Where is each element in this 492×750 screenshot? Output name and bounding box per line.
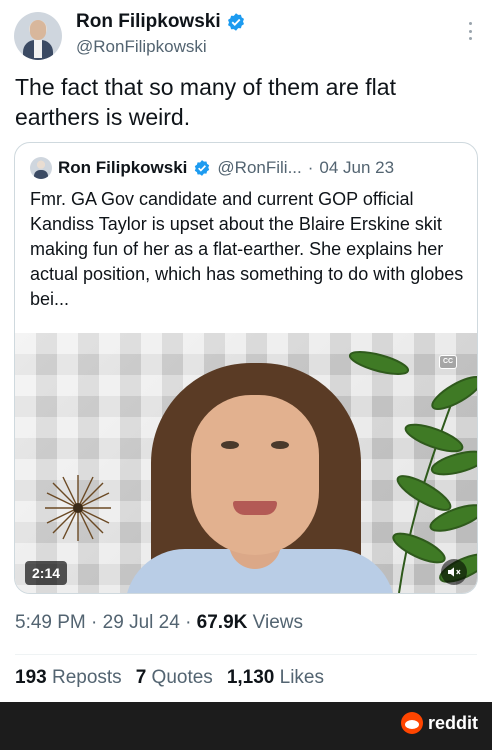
muted-speaker-icon[interactable] (441, 559, 467, 585)
quoted-author-handle: @RonFili... (217, 158, 302, 177)
sunburst-decoration (45, 475, 111, 541)
quotes-stat[interactable]: 7 Quotes (136, 666, 213, 690)
reddit-logo-icon (400, 712, 423, 734)
person-eye-left (221, 441, 239, 449)
quotes-count: 7 (135, 667, 147, 688)
more-options-icon[interactable] (468, 22, 472, 40)
tweet-date[interactable]: 29 Jul 24 (103, 612, 180, 633)
quoted-tweet-date: 04 Jun 23 (319, 158, 395, 177)
divider (15, 654, 477, 655)
author-name-row[interactable]: Ron Filipkowski (76, 10, 246, 34)
tweet-meta: 5:49 PM · 29 Jul 24 · 67.9K Views (15, 611, 303, 635)
views-label: Views (252, 612, 303, 633)
tweet-time[interactable]: 5:49 PM (15, 612, 86, 633)
likes-label: Likes (279, 667, 324, 688)
author-name[interactable]: Ron Filipkowski (76, 10, 221, 34)
reddit-brand: reddit (427, 712, 478, 733)
separator-dot: · (185, 612, 197, 633)
quoted-tweet-header: Ron Filipkowski @RonFili... · 04 Jun 23 (30, 157, 394, 179)
quoted-tweet[interactable]: Ron Filipkowski @RonFili... · 04 Jun 23 … (14, 142, 478, 594)
verified-badge-icon (195, 160, 210, 176)
verified-badge-icon (227, 13, 244, 31)
author-handle[interactable]: @RonFilipkowski (76, 37, 207, 57)
quoted-tweet-text: Fmr. GA Gov candidate and current GOP of… (30, 189, 464, 309)
video-player[interactable]: CC 2:14 (15, 333, 477, 593)
likes-stat[interactable]: 1,130 Likes (227, 666, 324, 690)
quoted-author-avatar (30, 157, 52, 179)
separator-dot: · (91, 612, 103, 633)
reddit-watermark: reddit (400, 712, 478, 734)
reposts-label: Reposts (51, 667, 122, 688)
tweet-text: The fact that so many of them are flat e… (15, 74, 396, 130)
tweet-header: Ron Filipkowski @RonFilipkowski (0, 0, 492, 70)
author-avatar[interactable] (14, 12, 62, 60)
person-mouth (233, 501, 277, 515)
quotes-label: Quotes (151, 667, 213, 688)
person-face (191, 395, 319, 555)
video-duration: 2:14 (25, 561, 68, 585)
tweet-stats: 193 Reposts 7 Quotes 1,130 Likes (15, 666, 324, 690)
separator-dot: · (307, 158, 314, 177)
person-eye-right (271, 441, 289, 449)
reposts-count: 193 (15, 667, 47, 688)
quoted-author-name: Ron Filipkowski (58, 158, 188, 177)
reposts-stat[interactable]: 193 Reposts (15, 666, 122, 690)
views-count: 67.9K (196, 612, 248, 633)
reddit-footer: reddit (0, 702, 492, 750)
likes-count: 1,130 (226, 667, 275, 688)
closed-captions-icon[interactable]: CC (439, 355, 457, 369)
